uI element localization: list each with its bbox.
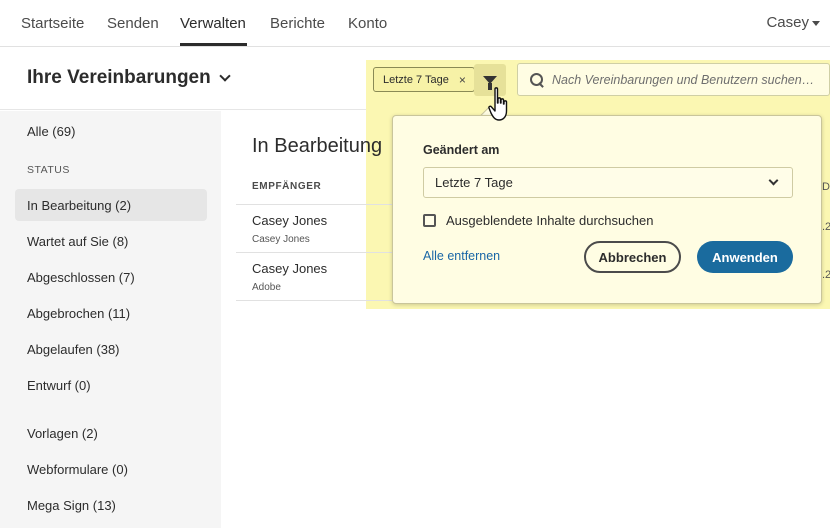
sidebar-item-webforms[interactable]: Webformulare (0) <box>27 462 128 477</box>
search-icon <box>530 72 544 87</box>
sidebar-item-draft[interactable]: Entwurf (0) <box>27 378 91 393</box>
tab-startseite[interactable]: Startseite <box>21 15 84 32</box>
search-input[interactable]: Nach Vereinbarungen und Benutzern suchen… <box>517 63 830 96</box>
user-menu[interactable]: Casey <box>766 14 820 31</box>
divider <box>236 300 396 301</box>
chevron-down-icon <box>219 69 231 82</box>
sidebar-item-templates[interactable]: Vorlagen (2) <box>27 426 98 441</box>
user-name: Casey <box>766 14 809 31</box>
row-recipient-name: Casey Jones <box>252 261 328 276</box>
filter-chip-label: Letzte 7 Tage <box>383 73 449 86</box>
hidden-content-label: Ausgeblendete Inhalte durchsuchen <box>446 213 654 228</box>
sidebar-status-label: STATUS <box>27 164 70 176</box>
column-header-recipient[interactable]: EMPFÄNGER <box>252 181 321 192</box>
divider <box>236 252 396 253</box>
hand-cursor-icon <box>488 87 508 121</box>
sidebar-item-in-progress[interactable]: In Bearbeitung (2) <box>27 198 131 213</box>
tab-verwalten[interactable]: Verwalten <box>180 15 246 32</box>
top-navigation: Startseite Senden Verwalten Berichte Kon… <box>0 0 830 47</box>
agreements-title: Ihre Vereinbarungen <box>27 67 211 88</box>
filter-panel: Geändert am Letzte 7 Tage Ausgeblendete … <box>392 115 822 304</box>
sidebar-item-expired[interactable]: Abgelaufen (38) <box>27 342 120 357</box>
tab-berichte[interactable]: Berichte <box>270 15 325 32</box>
remove-all-link[interactable]: Alle entfernen <box>423 249 500 263</box>
row-recipient-sub: Casey Jones <box>252 234 310 245</box>
cancel-button[interactable]: Abbrechen <box>584 241 681 273</box>
modified-label: Geändert am <box>423 143 500 157</box>
sidebar-item-cancelled[interactable]: Abgebrochen (11) <box>27 306 130 321</box>
cell-fragment: .2 <box>822 221 830 233</box>
tab-konto[interactable]: Konto <box>348 15 387 32</box>
close-icon[interactable]: × <box>459 73 466 87</box>
filter-chip[interactable]: Letzte 7 Tage × <box>373 67 475 92</box>
sidebar-item-completed[interactable]: Abgeschlossen (7) <box>27 270 135 285</box>
tab-senden[interactable]: Senden <box>107 15 159 32</box>
sidebar: Alle (69) STATUS In Bearbeitung (2) Wart… <box>0 111 221 528</box>
sidebar-item-all[interactable]: Alle (69) <box>27 124 75 139</box>
hidden-content-checkbox[interactable] <box>423 214 436 227</box>
cell-fragment: .2 <box>822 269 830 281</box>
filter-icon <box>483 76 497 90</box>
active-tab-indicator <box>180 43 247 46</box>
page-title: In Bearbeitung <box>252 135 383 157</box>
date-range-value: Letzte 7 Tage <box>435 175 513 190</box>
row-recipient-name: Casey Jones <box>252 213 328 228</box>
row-recipient-sub: Adobe <box>252 282 281 293</box>
chevron-down-icon <box>812 21 820 26</box>
date-range-select[interactable]: Letzte 7 Tage <box>423 167 793 198</box>
sidebar-item-waiting[interactable]: Wartet auf Sie (8) <box>27 234 128 249</box>
apply-button[interactable]: Anwenden <box>697 241 793 273</box>
search-placeholder: Nach Vereinbarungen und Benutzern suchen… <box>552 72 815 87</box>
sidebar-item-mega-sign[interactable]: Mega Sign (13) <box>27 498 116 513</box>
column-header-fragment: D <box>822 181 830 193</box>
hidden-content-option[interactable]: Ausgeblendete Inhalte durchsuchen <box>423 213 653 228</box>
agreements-dropdown[interactable]: Ihre Vereinbarungen <box>27 67 231 89</box>
chevron-down-icon <box>768 175 779 186</box>
divider <box>236 204 396 205</box>
